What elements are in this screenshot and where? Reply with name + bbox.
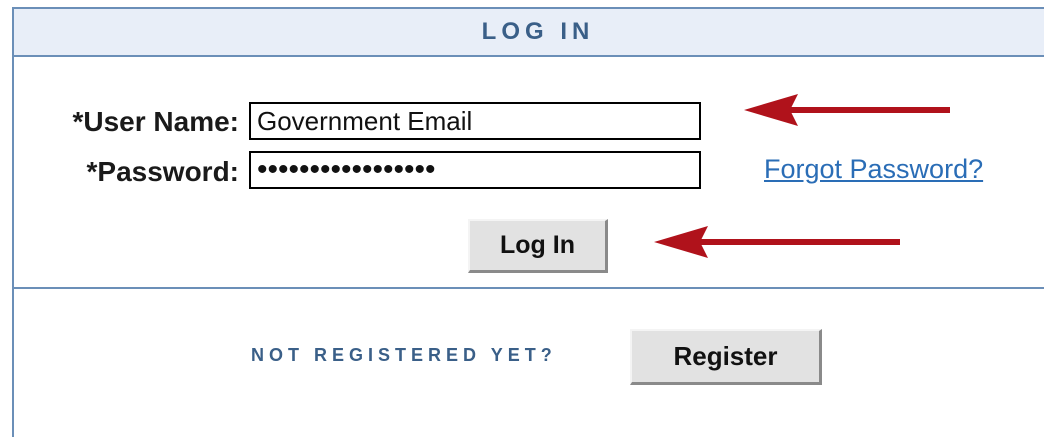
login-header: LOG IN [14,9,1044,57]
password-field[interactable] [249,151,701,189]
password-label: *Password: [86,156,240,187]
username-field[interactable] [249,102,701,140]
arrow-left-icon [744,94,950,126]
forgot-password-link[interactable]: Forgot Password? [764,154,983,185]
section-divider [14,287,1044,289]
register-button[interactable]: Register [630,329,822,385]
login-title: LOG IN [481,18,595,45]
not-registered-text: NOT REGISTERED YET? [251,345,557,365]
login-button[interactable]: Log In [468,219,608,273]
username-label: *User Name: [72,106,239,137]
arrow-left-icon [654,226,900,258]
